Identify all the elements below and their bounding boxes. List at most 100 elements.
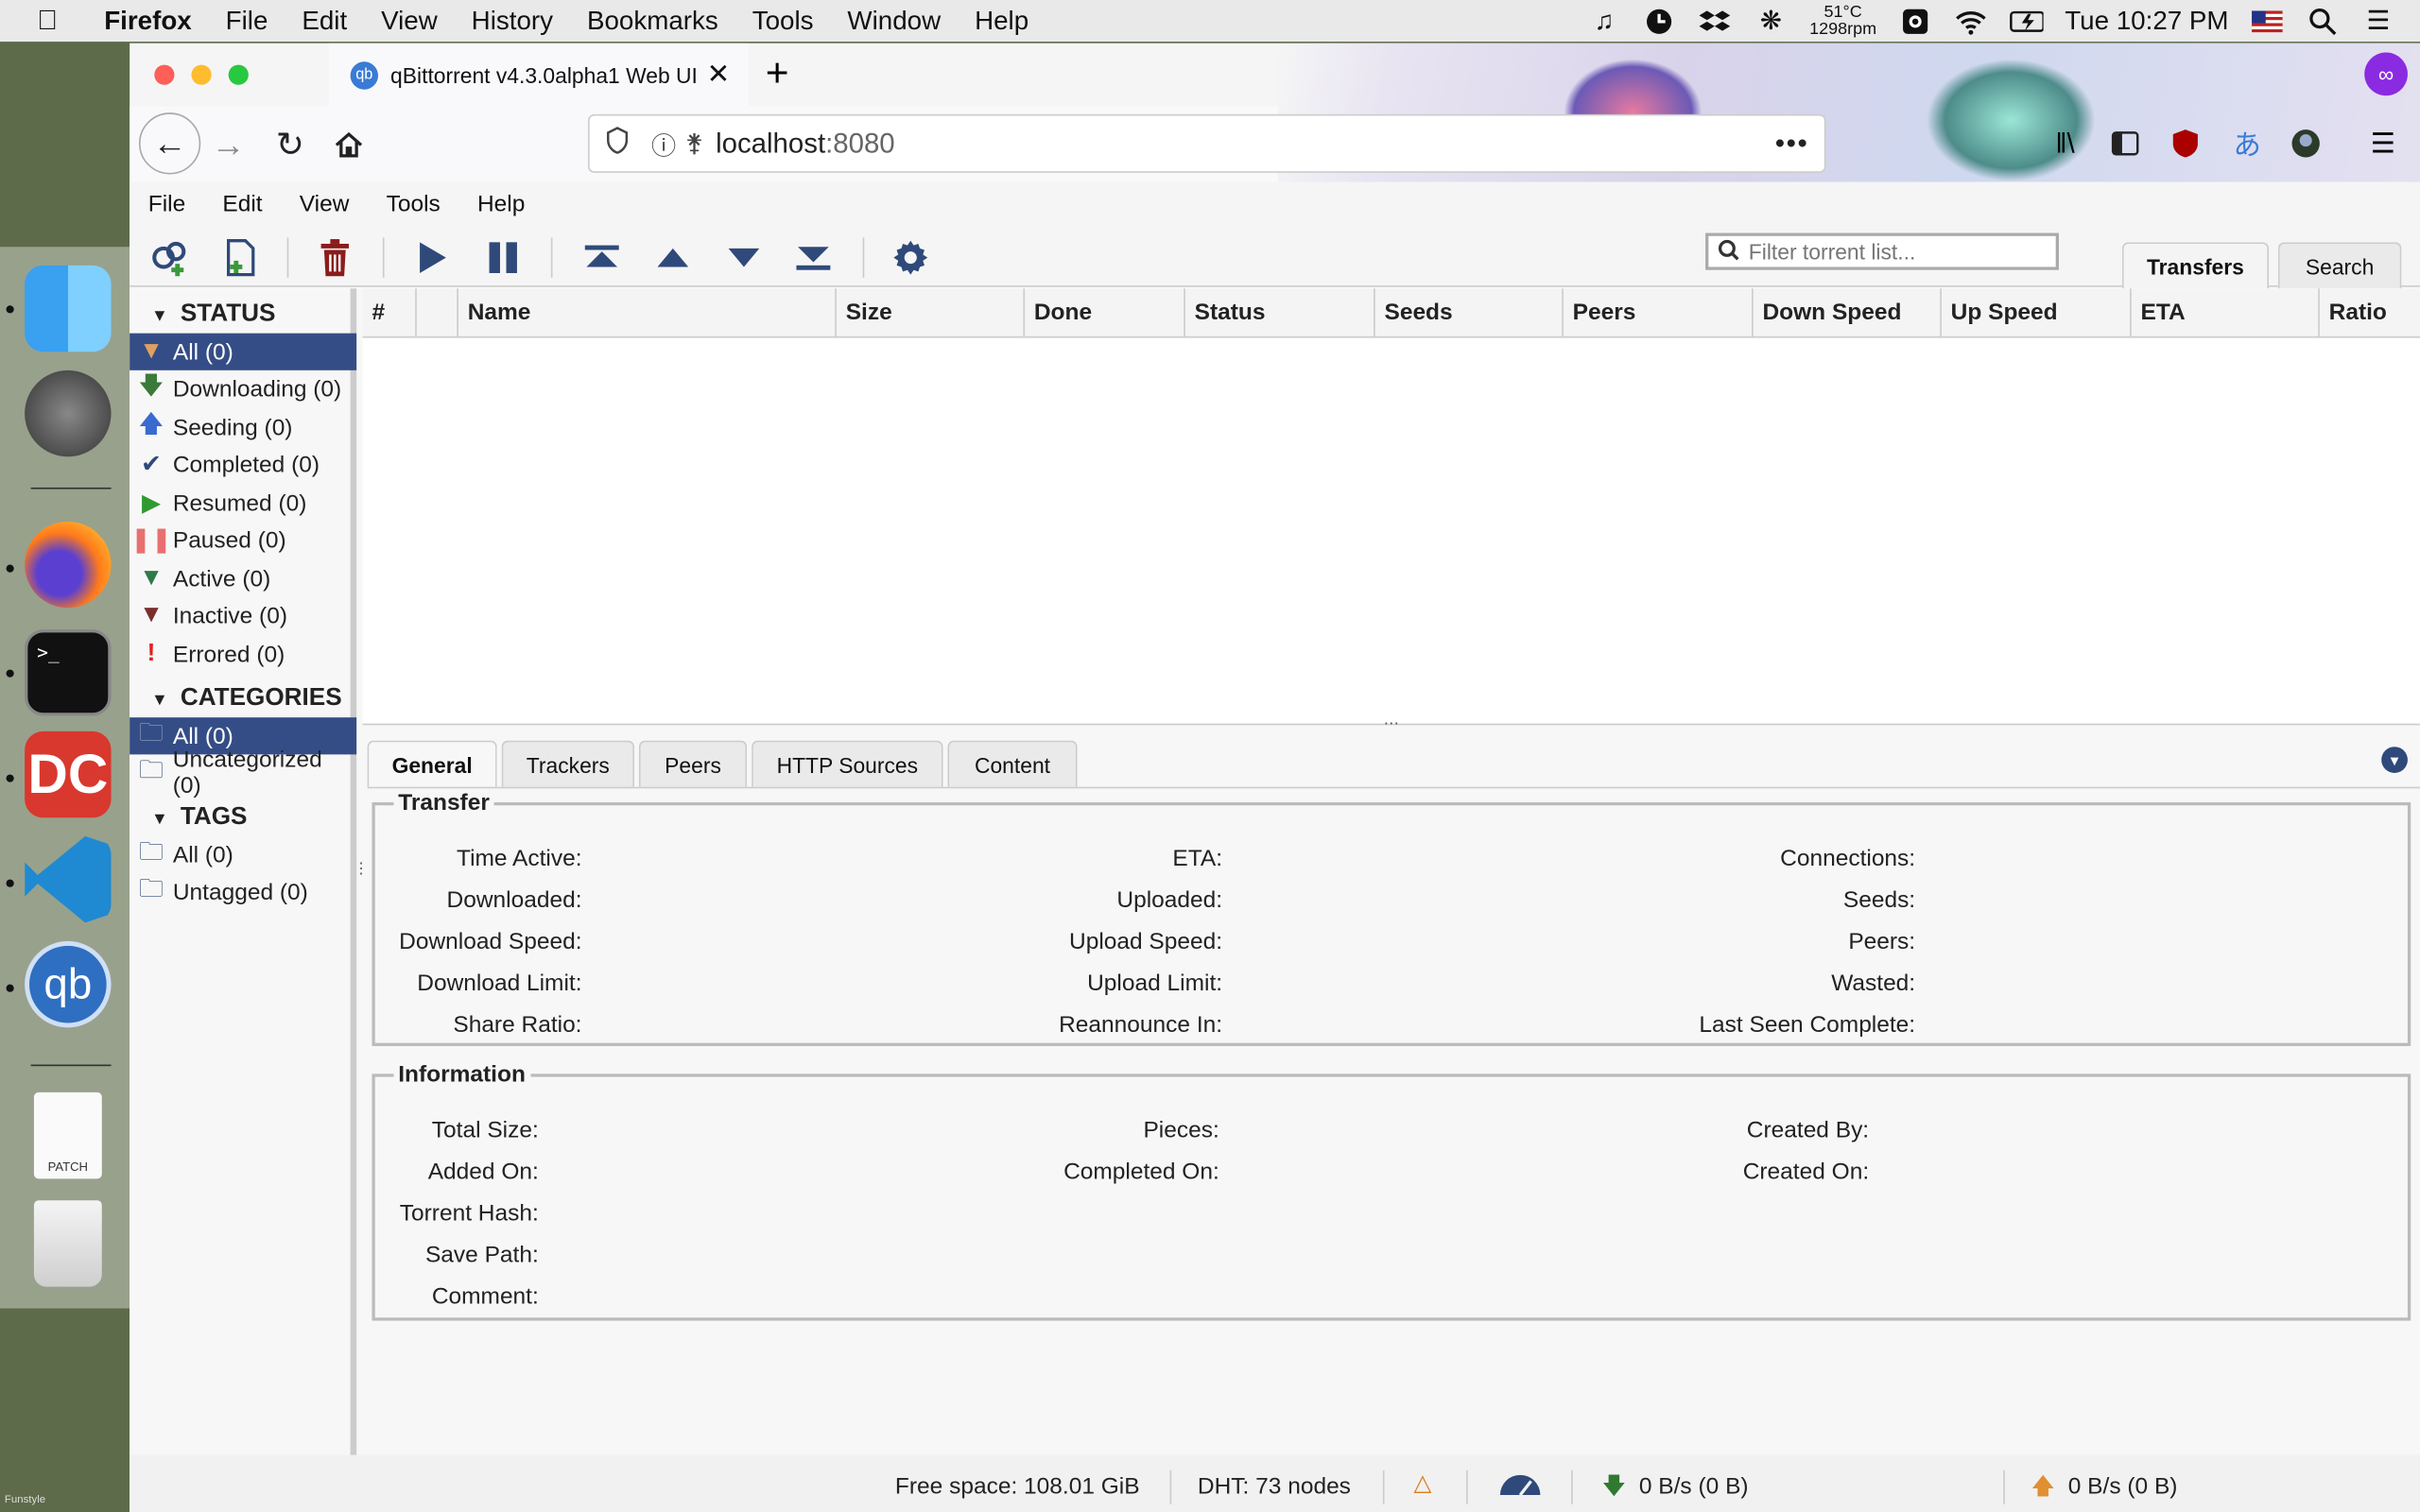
close-window-button[interactable]	[154, 64, 175, 85]
music-icon[interactable]: ♫	[1587, 6, 1621, 35]
move-down-icon[interactable]	[720, 234, 767, 281]
filter-category-uncategorized[interactable]: 🗀 Uncategorized (0)	[130, 747, 356, 799]
filter-status-seeding[interactable]: 🡅 Seeding (0)	[130, 409, 356, 446]
filter-tag-untagged[interactable]: 🗀 Untagged (0)	[130, 873, 356, 910]
home-button[interactable]	[321, 117, 377, 173]
add-torrent-link-icon[interactable]	[147, 234, 193, 281]
pause-icon[interactable]	[480, 234, 527, 281]
column-size[interactable]: Size	[837, 288, 1026, 336]
tab-search[interactable]: Search	[2277, 242, 2402, 289]
column-status[interactable]: Status	[1185, 288, 1375, 336]
column-peers[interactable]: Peers	[1564, 288, 1754, 336]
translate-icon[interactable]: あ	[2229, 125, 2266, 162]
move-bottom-icon[interactable]	[790, 234, 837, 281]
firefox-icon[interactable]	[25, 521, 112, 609]
qb-menu-file[interactable]: File	[148, 191, 185, 217]
tab-http-sources[interactable]: HTTP Sources	[752, 740, 943, 787]
mac-menu-tools[interactable]: Tools	[752, 6, 814, 37]
browser-tab[interactable]: qb qBittorrent v4.3.0alpha1 Web UI ✕	[328, 43, 749, 107]
connection-status-icon[interactable]: △	[1414, 1469, 1432, 1497]
panel-splitter[interactable]: ⋯	[362, 716, 2420, 732]
mac-menu-bookmarks[interactable]: Bookmarks	[587, 6, 718, 37]
clock-icon[interactable]	[1643, 7, 1677, 34]
control-center-icon[interactable]: ☰	[2361, 6, 2395, 35]
column-down-speed[interactable]: Down Speed	[1754, 288, 1942, 336]
column-eta[interactable]: ETA	[2132, 288, 2320, 336]
spotlight-icon[interactable]	[2306, 7, 2340, 35]
filter-tag-all[interactable]: 🗀 All (0)	[130, 836, 356, 873]
us-flag-icon[interactable]	[2250, 7, 2284, 34]
close-tab-icon[interactable]: ✕	[707, 59, 731, 91]
filter-input-field[interactable]	[1748, 239, 2042, 265]
page-actions-icon[interactable]: •••	[1775, 128, 1809, 160]
tab-transfers[interactable]: Transfers	[2121, 242, 2269, 289]
filter-status-completed[interactable]: ✔ Completed (0)	[130, 446, 356, 483]
filter-status-errored[interactable]: ! Errored (0)	[130, 636, 356, 673]
filter-status-paused[interactable]: ❚❚ Paused (0)	[130, 522, 356, 558]
tab-content[interactable]: Content	[947, 740, 1078, 787]
filter-status-inactive[interactable]: ▼ Inactive (0)	[130, 597, 356, 634]
filter-status-all[interactable]: ▼ All (0)	[130, 333, 357, 370]
column-seeds[interactable]: Seeds	[1375, 288, 1564, 336]
new-tab-button[interactable]: +	[766, 49, 789, 97]
site-info-icon[interactable]: ⓘ	[651, 125, 676, 162]
tab-peers[interactable]: Peers	[638, 740, 748, 787]
qb-menu-help[interactable]: Help	[477, 191, 525, 217]
minimize-window-button[interactable]	[191, 64, 212, 85]
column-priority[interactable]: #	[363, 288, 417, 336]
mac-menu-window[interactable]: Window	[847, 6, 941, 37]
tags-heading[interactable]: ▼ TAGS	[151, 804, 247, 832]
speed-limit-icon[interactable]	[1497, 1472, 1544, 1503]
vscode-icon[interactable]	[25, 835, 112, 923]
filter-torrent-input[interactable]	[1705, 232, 2059, 270]
back-button[interactable]: ←	[138, 112, 201, 175]
ublock-icon[interactable]	[2167, 125, 2204, 162]
forward-button[interactable]: →	[200, 117, 256, 173]
tab-trackers[interactable]: Trackers	[501, 740, 635, 787]
filter-status-resumed[interactable]: ▶ Resumed (0)	[130, 485, 356, 522]
library-icon[interactable]: ‖\	[2047, 125, 2083, 162]
resume-icon[interactable]	[409, 234, 456, 281]
sidebar-toggle-icon[interactable]	[2107, 125, 2144, 162]
filter-status-downloading[interactable]: 🡇 Downloading (0)	[130, 370, 356, 407]
mac-menu-help[interactable]: Help	[975, 6, 1028, 37]
status-heading[interactable]: ▼ STATUS	[151, 301, 275, 328]
categories-heading[interactable]: ▼ CATEGORIES	[151, 685, 342, 713]
add-torrent-file-icon[interactable]	[217, 234, 264, 281]
apple-icon[interactable]: 	[37, 5, 58, 37]
gear-status-icon[interactable]	[1898, 7, 1932, 34]
app-menu-name[interactable]: Firefox	[104, 6, 192, 37]
launchpad-icon[interactable]	[25, 369, 112, 457]
qb-menu-view[interactable]: View	[300, 191, 350, 217]
column-done[interactable]: Done	[1025, 288, 1185, 336]
zoom-window-button[interactable]	[228, 64, 249, 85]
fan-icon[interactable]: ❋	[1754, 6, 1788, 35]
qbittorrent-dock-icon[interactable]: qb	[25, 940, 112, 1028]
doublecommand-icon[interactable]: DC	[25, 730, 112, 818]
trash-icon[interactable]	[33, 1200, 102, 1287]
temperature-readout[interactable]: 51°C 1298rpm	[1809, 3, 1876, 38]
mac-menu-view[interactable]: View	[381, 6, 438, 37]
key-icon[interactable]: ⚵	[685, 129, 703, 160]
tracking-shield-icon[interactable]	[605, 126, 630, 162]
column-ratio[interactable]: Ratio	[2320, 288, 2420, 336]
qb-menu-tools[interactable]: Tools	[387, 191, 441, 217]
move-top-icon[interactable]	[579, 234, 625, 281]
url-bar[interactable]: ⓘ ⚵ localhost:8080 •••	[588, 113, 1826, 173]
patch-file-icon[interactable]: PATCH	[33, 1091, 102, 1179]
collapse-panel-icon[interactable]: ▼	[2381, 747, 2408, 773]
battery-icon[interactable]	[2009, 7, 2044, 34]
reload-button[interactable]: ↻	[263, 117, 319, 173]
move-up-icon[interactable]	[649, 234, 696, 281]
qb-menu-edit[interactable]: Edit	[222, 191, 262, 217]
mac-menu-file[interactable]: File	[226, 6, 268, 37]
options-gear-icon[interactable]	[888, 234, 934, 281]
tab-general[interactable]: General	[367, 740, 497, 787]
menubar-clock[interactable]: Tue 10:27 PM	[2065, 6, 2228, 37]
column-state-icon[interactable]	[417, 288, 458, 336]
dropbox-icon[interactable]	[1699, 7, 1733, 34]
column-name[interactable]: Name	[458, 288, 837, 336]
mac-menu-history[interactable]: History	[472, 6, 553, 37]
hamburger-menu-icon[interactable]: ☰	[2364, 125, 2401, 162]
filter-status-active[interactable]: ▼ Active (0)	[130, 560, 356, 597]
